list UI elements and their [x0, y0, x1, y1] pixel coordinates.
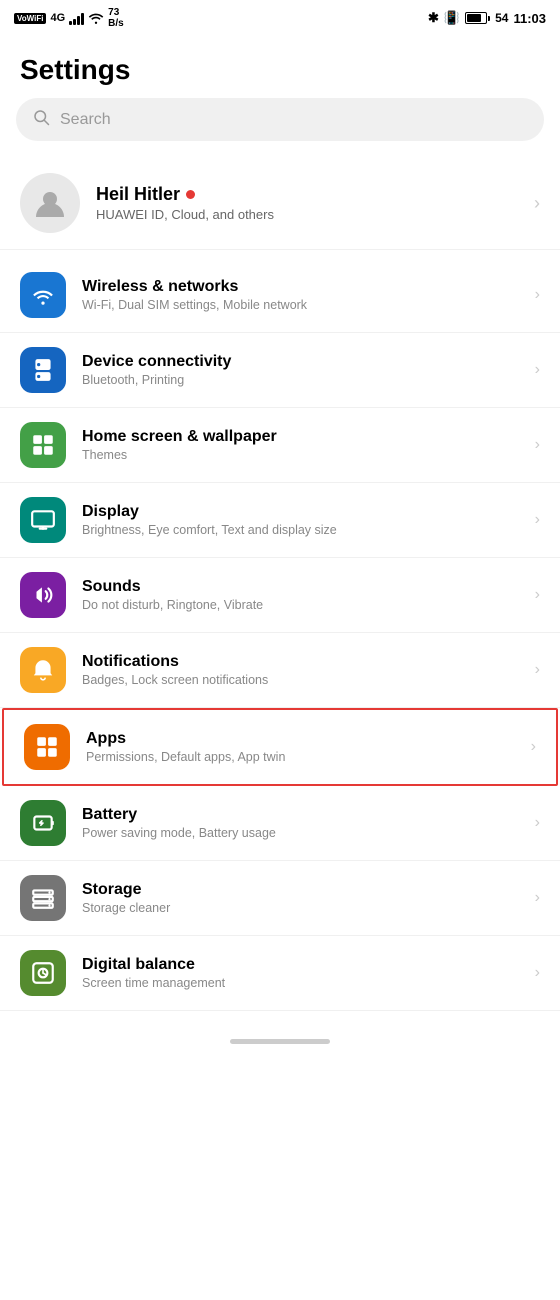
status-left: VoWiFi 4G 73B/s — [14, 7, 124, 29]
profile-subtitle: HUAWEI ID, Cloud, and others — [96, 207, 518, 222]
connectivity-icon — [20, 347, 66, 393]
storage-subtitle: Storage cleaner — [82, 901, 519, 915]
wireless-chevron: › — [535, 286, 540, 304]
search-icon — [32, 108, 50, 131]
digital-balance-subtitle: Screen time management — [82, 976, 519, 990]
battery-settings-text: Battery Power saving mode, Battery usage — [82, 806, 519, 840]
digital-balance-chevron: › — [535, 964, 540, 982]
phone-icon: 📳 — [444, 10, 460, 26]
display-title: Display — [82, 503, 519, 521]
storage-text: Storage Storage cleaner — [82, 881, 519, 915]
battery-settings-subtitle: Power saving mode, Battery usage — [82, 826, 519, 840]
speed-indicator: 73B/s — [108, 7, 124, 29]
settings-item-sounds[interactable]: Sounds Do not disturb, Ringtone, Vibrate… — [0, 558, 560, 633]
display-icon — [20, 497, 66, 543]
sounds-chevron: › — [535, 586, 540, 604]
homescreen-icon — [20, 422, 66, 468]
settings-list: Wireless & networks Wi-Fi, Dual SIM sett… — [0, 250, 560, 1019]
notifications-text: Notifications Badges, Lock screen notifi… — [82, 653, 519, 687]
notification-dot — [186, 190, 195, 199]
battery-settings-title: Battery — [82, 806, 519, 824]
wireless-subtitle: Wi-Fi, Dual SIM settings, Mobile network — [82, 298, 519, 312]
status-right: ✱ 📳 54 11:03 — [428, 10, 546, 26]
storage-icon — [20, 875, 66, 921]
wireless-icon — [20, 272, 66, 318]
settings-item-storage[interactable]: Storage Storage cleaner › — [0, 861, 560, 936]
notifications-title: Notifications — [82, 653, 519, 671]
sounds-subtitle: Do not disturb, Ringtone, Vibrate — [82, 598, 519, 612]
settings-item-battery[interactable]: Battery Power saving mode, Battery usage… — [0, 786, 560, 861]
connectivity-title: Device connectivity — [82, 353, 519, 371]
wireless-title: Wireless & networks — [82, 278, 519, 296]
wireless-text: Wireless & networks Wi-Fi, Dual SIM sett… — [82, 278, 519, 312]
connectivity-chevron: › — [535, 361, 540, 379]
notifications-icon — [20, 647, 66, 693]
profile-name: Heil Hitler — [96, 184, 518, 205]
profile-info: Heil Hitler HUAWEI ID, Cloud, and others — [96, 184, 518, 222]
display-chevron: › — [535, 511, 540, 529]
vowifi-indicator: VoWiFi — [14, 13, 46, 24]
apps-chevron: › — [531, 738, 536, 756]
storage-title: Storage — [82, 881, 519, 899]
settings-item-digital-balance[interactable]: Digital balance Screen time management › — [0, 936, 560, 1011]
homescreen-text: Home screen & wallpaper Themes — [82, 428, 519, 462]
connectivity-subtitle: Bluetooth, Printing — [82, 373, 519, 387]
notifications-subtitle: Badges, Lock screen notifications — [82, 673, 519, 687]
battery-indicator — [465, 12, 490, 24]
profile-section[interactable]: Heil Hitler HUAWEI ID, Cloud, and others… — [0, 157, 560, 250]
network-type: 4G — [50, 12, 65, 24]
settings-item-apps[interactable]: Apps Permissions, Default apps, App twin… — [2, 708, 558, 786]
digital-balance-title: Digital balance — [82, 956, 519, 974]
home-pill[interactable] — [230, 1039, 330, 1044]
digital-balance-text: Digital balance Screen time management — [82, 956, 519, 990]
battery-chevron: › — [535, 814, 540, 832]
apps-subtitle: Permissions, Default apps, App twin — [86, 750, 515, 764]
settings-item-notifications[interactable]: Notifications Badges, Lock screen notifi… — [0, 633, 560, 708]
status-bar: VoWiFi 4G 73B/s ✱ 📳 54 11:03 — [0, 0, 560, 36]
home-bar[interactable] — [0, 1019, 560, 1056]
digital-balance-icon — [20, 950, 66, 996]
settings-item-wireless[interactable]: Wireless & networks Wi-Fi, Dual SIM sett… — [0, 258, 560, 333]
sounds-icon — [20, 572, 66, 618]
sounds-text: Sounds Do not disturb, Ringtone, Vibrate — [82, 578, 519, 612]
profile-chevron: › — [534, 193, 540, 214]
time: 11:03 — [513, 11, 546, 26]
battery-settings-icon — [20, 800, 66, 846]
storage-chevron: › — [535, 889, 540, 907]
search-bar[interactable]: Search — [16, 98, 544, 141]
homescreen-chevron: › — [535, 436, 540, 454]
bluetooth-icon: ✱ — [428, 10, 439, 26]
settings-item-connectivity[interactable]: Device connectivity Bluetooth, Printing … — [0, 333, 560, 408]
homescreen-title: Home screen & wallpaper — [82, 428, 519, 446]
signal-bars — [69, 11, 84, 25]
apps-icon — [24, 724, 70, 770]
settings-item-display[interactable]: Display Brightness, Eye comfort, Text an… — [0, 483, 560, 558]
apps-text: Apps Permissions, Default apps, App twin — [86, 730, 515, 764]
display-text: Display Brightness, Eye comfort, Text an… — [82, 503, 519, 537]
display-subtitle: Brightness, Eye comfort, Text and displa… — [82, 523, 519, 537]
connectivity-text: Device connectivity Bluetooth, Printing — [82, 353, 519, 387]
wifi-icon — [88, 11, 104, 25]
search-placeholder: Search — [60, 111, 111, 129]
page-title: Settings — [0, 36, 560, 98]
avatar — [20, 173, 80, 233]
apps-title: Apps — [86, 730, 515, 748]
homescreen-subtitle: Themes — [82, 448, 519, 462]
settings-item-homescreen[interactable]: Home screen & wallpaper Themes › — [0, 408, 560, 483]
notifications-chevron: › — [535, 661, 540, 679]
battery-percent: 54 — [495, 11, 508, 25]
sounds-title: Sounds — [82, 578, 519, 596]
